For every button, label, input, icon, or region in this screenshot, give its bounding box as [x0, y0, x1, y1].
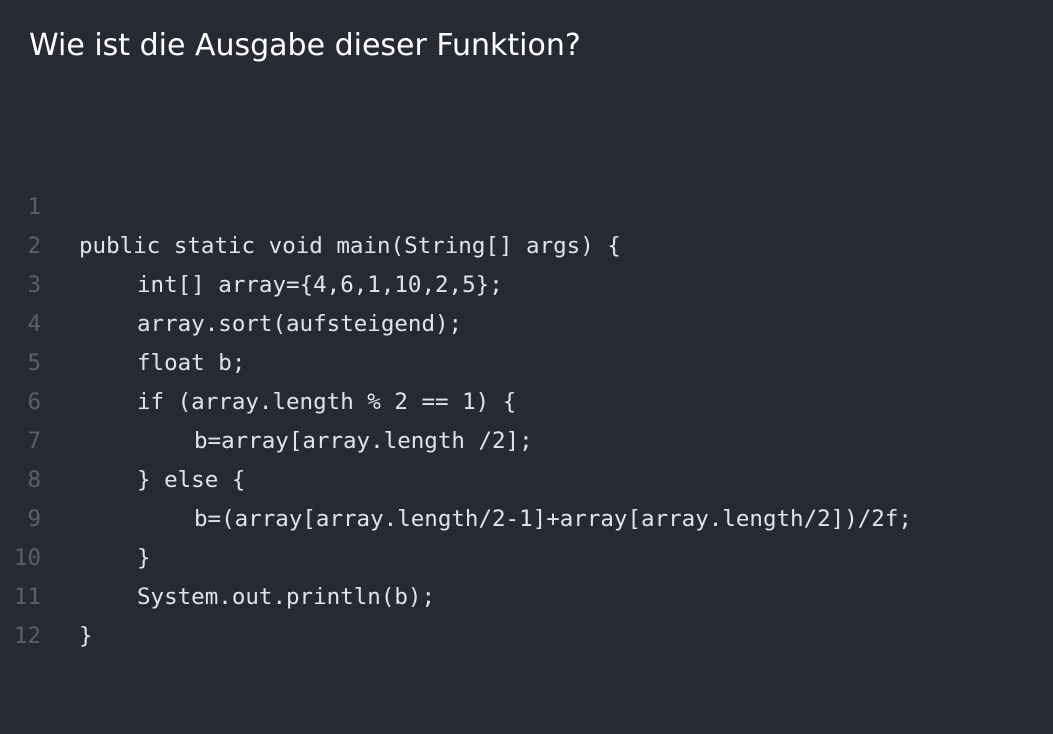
- code-line: 6 b=array[array.length /2];: [0, 344, 1053, 454]
- question-title: Wie ist die Ausgabe dieser Funktion?: [29, 28, 581, 63]
- code-line: 7 } else {: [0, 383, 1053, 493]
- code-block: 1 public static void main(String[] args)…: [0, 149, 1053, 649]
- code-line: 2 int[] array={4,6,1,10,2,5};: [0, 188, 1053, 298]
- code-line: 9 }: [0, 461, 1053, 571]
- code-line: 4 float b;: [0, 266, 1053, 376]
- code-line: 8 b=(array[array.length/2-1]+array[array…: [0, 422, 1053, 532]
- code-line: 1 public static void main(String[] args)…: [0, 149, 1053, 259]
- code-line: 11 }: [0, 539, 1053, 649]
- line-number: 12: [13, 623, 41, 649]
- code-line: 12: [0, 578, 1053, 649]
- code-line: 3 array.sort(aufsteigend);: [0, 227, 1053, 337]
- code-line: 5 if (array.length % 2 == 1) {: [0, 305, 1053, 415]
- code-line: 10 System.out.println(b);: [0, 500, 1053, 610]
- code-text: }: [79, 623, 93, 649]
